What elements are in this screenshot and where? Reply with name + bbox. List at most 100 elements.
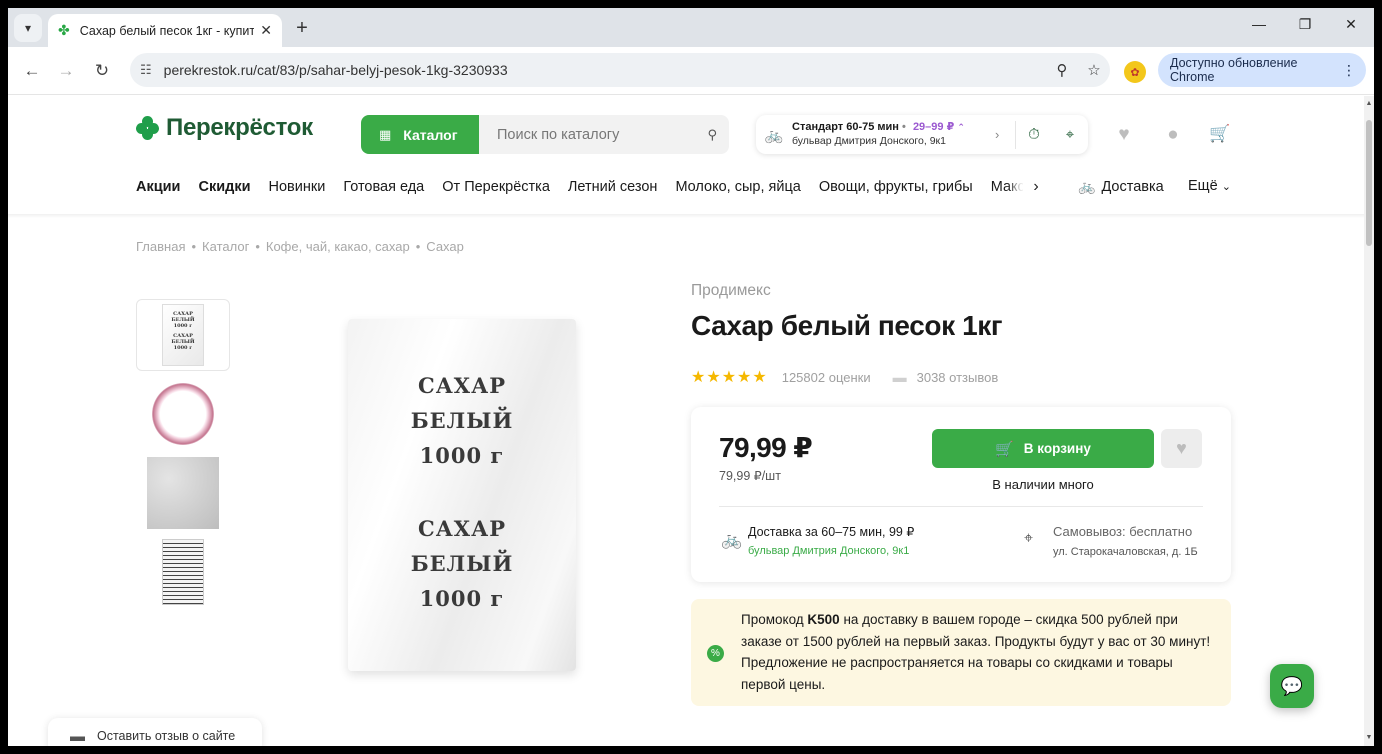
tab-title: Сахар белый песок 1кг - купить	[79, 23, 255, 38]
product-image[interactable]: САХАР БЕЛЫЙ 1000 г САХАР БЕЛЫЙ 1000 г	[348, 319, 576, 671]
tab-search-icon[interactable]: ▾	[14, 14, 42, 42]
breadcrumb-item[interactable]: Сахар	[426, 239, 464, 254]
nav-item[interactable]: Скидки	[198, 179, 250, 195]
breadcrumb-item[interactable]: Главная	[136, 239, 185, 254]
add-to-cart-button[interactable]: 🛒 В корзину	[932, 429, 1154, 468]
chevron-right-icon: ›	[995, 127, 1000, 142]
delivery-selector[interactable]: 🚲 Стандарт 60-75 мин • 29–99 ₽ ⌃ бульвар…	[756, 115, 1088, 154]
ratings-count[interactable]: 125802 оценки	[782, 370, 871, 385]
pickup-address: ул. Старокачаловская, д. 1Б	[1053, 546, 1198, 558]
tab-strip: ▾ ✤ Сахар белый песок 1кг - купить ✕ + —…	[8, 8, 1374, 47]
promo-text: Промокод K500 на доставку в вашем городе…	[741, 612, 1211, 692]
address-bar[interactable]: ☷ perekrestok.ru/cat/83/p/sahar-belyj-pe…	[130, 53, 1110, 87]
logo-text: Перекрёсток	[166, 114, 313, 141]
courier-bike-icon: 🚲	[764, 126, 784, 144]
express-timer-icon[interactable]: ⏱	[1016, 126, 1052, 143]
thumbnail-image	[162, 539, 204, 605]
breadcrumb-item[interactable]: Каталог	[202, 239, 249, 254]
window-close-icon[interactable]: ✕	[1336, 16, 1366, 33]
favorite-button[interactable]: ♥	[1161, 429, 1202, 468]
nav-item[interactable]: Новинки	[269, 179, 326, 195]
close-icon[interactable]: ✕	[260, 22, 272, 39]
chat-button[interactable]: 💬	[1270, 664, 1314, 708]
bookmark-star-icon[interactable]: ☆	[1078, 61, 1110, 79]
delivery-mode: Стандарт 60-75 мин	[792, 121, 899, 134]
site-info-icon[interactable]: ☷	[140, 62, 152, 78]
site-feedback-button[interactable]: ▬ Оставить отзыв о сайте	[48, 718, 262, 746]
product-title: Сахар белый песок 1кг	[691, 310, 1003, 341]
nav-item[interactable]: От Перекрёстка	[442, 179, 550, 195]
buy-card: 79,99 ₽ 79,99 ₽/шт 🛒 В корзину ♥ В налич…	[691, 407, 1231, 582]
minimize-icon[interactable]: —	[1244, 16, 1274, 32]
browser-window: ▾ ✤ Сахар белый песок 1кг - купить ✕ + —…	[8, 8, 1374, 746]
back-icon[interactable]: ←	[20, 59, 44, 83]
nav-delivery-label: Доставка	[1101, 178, 1164, 195]
unit-price: 79,99 ₽/шт	[719, 469, 781, 483]
stock-status: В наличии много	[992, 477, 1094, 492]
thumbnail-bowl[interactable]	[136, 378, 230, 450]
scroll-up-icon[interactable]: ▲	[1364, 100, 1374, 107]
restore-icon[interactable]: ❐	[1290, 16, 1320, 33]
promo-banner: % Промокод K500 на доставку в вашем горо…	[691, 599, 1231, 706]
reviews-count[interactable]: 3038 отзывов	[917, 370, 999, 385]
thumbnail-image: САХАР БЕЛЫЙ 1000 г САХАР БЕЛЫЙ 1000 г	[162, 304, 204, 366]
new-tab-button[interactable]: +	[290, 16, 314, 40]
cart-label: В корзину	[1023, 441, 1091, 456]
feedback-label: Оставить отзыв о сайте	[97, 729, 236, 743]
nav-item[interactable]: Акции	[136, 179, 180, 195]
chevron-down-icon: ⌄	[1221, 181, 1231, 193]
nav-item[interactable]: Летний сезон	[568, 179, 658, 195]
nav-scroll-right-icon[interactable]: ›	[1023, 172, 1049, 202]
delivery-title: Доставка за 60–75 мин, 99 ₽	[748, 525, 915, 539]
rating-stars-icon: ★★★★★	[691, 369, 768, 386]
heart-icon[interactable]: ♥	[1112, 124, 1136, 146]
thumbnail-image	[147, 457, 219, 529]
comment-icon: ▬	[892, 369, 907, 385]
pickup-icon: ⌖	[1024, 530, 1034, 547]
nav-item[interactable]: Молоко, сыр, яйца	[675, 179, 800, 195]
product-brand[interactable]: Продимекс	[691, 282, 771, 300]
browser-toolbar: ← → ↻ ☷ perekrestok.ru/cat/83/p/sahar-be…	[8, 47, 1374, 95]
main-nav: Акции Скидки Новинки Готовая еда От Пере…	[136, 172, 1043, 202]
promo-code: K500	[807, 612, 840, 627]
thumbnail-back[interactable]	[136, 536, 230, 608]
chrome-update-button[interactable]: Доступно обновление Chrome ⋮	[1158, 53, 1366, 87]
scroll-down-icon[interactable]: ▼	[1364, 734, 1374, 741]
browser-tab[interactable]: ✤ Сахар белый песок 1кг - купить ✕	[48, 14, 282, 47]
thumbnail-image	[152, 383, 214, 445]
cart-icon[interactable]: 🛒	[1208, 124, 1232, 144]
scroll-thumb[interactable]	[1366, 120, 1372, 246]
thumbnail-crystals[interactable]	[136, 457, 230, 529]
chat-bubble-icon: 💬	[1280, 675, 1304, 696]
nav-item[interactable]: Готовая еда	[343, 179, 424, 195]
site-logo[interactable]: Перекрёсток	[136, 114, 313, 142]
breadcrumb: Главная • Каталог • Кофе, чай, какао, саха…	[136, 239, 464, 254]
menu-dots-icon: ⋮	[1342, 61, 1356, 78]
forward-icon[interactable]: →	[54, 59, 78, 83]
url-text[interactable]: perekrestok.ru/cat/83/p/sahar-belyj-peso…	[164, 62, 1046, 78]
pickup-location-icon[interactable]: ⌖	[1052, 126, 1088, 143]
cart-icon: 🛒	[995, 440, 1014, 458]
nav-item[interactable]: Овощи, фрукты, грибы	[819, 179, 973, 195]
pickup-title: Самовывоз: бесплатно	[1053, 524, 1193, 539]
price: 79,99 ₽	[719, 432, 813, 463]
search-input[interactable]: Поиск по каталогу ⚲	[479, 115, 729, 154]
breadcrumb-item[interactable]: Кофе, чай, какао, сахар	[266, 239, 410, 254]
grid-icon: ▦	[379, 126, 392, 142]
nav-more-label: Ещё	[1188, 178, 1218, 194]
user-icon[interactable]: ●	[1161, 124, 1185, 146]
thumbnail-front[interactable]: САХАР БЕЛЫЙ 1000 г САХАР БЕЛЫЙ 1000 г	[136, 299, 230, 371]
page-scrollbar[interactable]: ▲ ▼	[1364, 96, 1374, 746]
zoom-icon[interactable]: ⚲	[1046, 61, 1078, 79]
logo-clover-icon	[136, 116, 160, 140]
search-icon[interactable]: ⚲	[707, 127, 717, 143]
web-page: Перекрёсток ▦ Каталог Поиск по каталогу …	[8, 96, 1364, 746]
extension-icon[interactable]: ✿	[1124, 61, 1146, 83]
delivery-address-link[interactable]: бульвар Дмитрия Донского, 9к1	[748, 545, 909, 557]
nav-more-button[interactable]: Ещё ⌄	[1188, 178, 1231, 194]
nav-delivery-link[interactable]: 🚲 Доставка	[1078, 178, 1164, 195]
nav-item[interactable]: Макс	[991, 179, 1025, 195]
percent-badge-icon: %	[707, 645, 724, 662]
catalog-button[interactable]: ▦ Каталог	[361, 115, 479, 154]
reload-icon[interactable]: ↻	[90, 59, 114, 83]
